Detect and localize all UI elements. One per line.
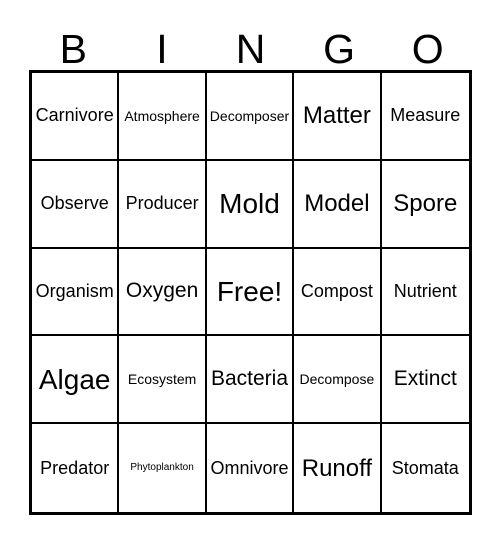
bingo-cell[interactable]: Spore (381, 160, 469, 249)
bingo-header-letter-g: G (323, 26, 356, 72)
bingo-cell-free-space[interactable]: Free! (206, 248, 295, 337)
bingo-cell-label: Mold (219, 188, 280, 219)
bingo-cell[interactable]: Producer (119, 160, 207, 249)
bingo-cell-label: Observe (40, 193, 109, 214)
bingo-header-letter-b: B (59, 26, 87, 72)
bingo-cell-label: Omnivore (210, 457, 289, 478)
bingo-card: B I N G O Carnivore Atmosphere Decomposer Matte… (0, 0, 501, 544)
bingo-cell[interactable]: Extinct (381, 336, 469, 425)
bingo-cell-label: Ecosystem (127, 370, 197, 387)
bingo-cell[interactable]: Nutrient (381, 248, 469, 337)
bingo-cell[interactable]: Oxygen (119, 248, 207, 337)
bingo-cell[interactable]: Model (294, 160, 382, 249)
bingo-cell-label: Carnivore (35, 105, 114, 126)
bingo-cell[interactable]: Measure (381, 73, 469, 161)
bingo-cell-label: Measure (390, 105, 461, 126)
bingo-cell[interactable]: Carnivore (32, 73, 120, 161)
bingo-cell-label: Compost (300, 281, 373, 302)
bingo-cell-label: Spore (393, 190, 458, 218)
bingo-cell[interactable]: Decompose (294, 336, 382, 425)
bingo-cell-label: Decomposer (209, 107, 290, 124)
bingo-cell-label: Matter (302, 102, 371, 130)
bingo-cell-label: Phytoplankton (130, 461, 194, 473)
bingo-cell-label: Oxygen (125, 279, 199, 303)
bingo-header-letter-n: N (235, 26, 266, 72)
bingo-cell[interactable]: Mold (206, 160, 295, 249)
bingo-cell-label: Runoff (301, 454, 373, 482)
bingo-cell-label: Extinct (393, 367, 457, 391)
bingo-cell-label: Producer (125, 193, 199, 214)
bingo-cell[interactable]: Runoff (294, 424, 382, 512)
bingo-cell-label: Free! (216, 275, 283, 307)
bingo-cell[interactable]: Omnivore (206, 424, 295, 512)
bingo-cell[interactable]: Compost (294, 248, 382, 337)
bingo-cell-label: Model (304, 190, 370, 218)
bingo-cell[interactable]: Atmosphere (119, 73, 207, 161)
bingo-cell-label: Decompose (299, 370, 375, 387)
bingo-cell[interactable]: Observe (32, 160, 120, 249)
bingo-grid: Carnivore Atmosphere Decomposer Matter Measu… (29, 70, 472, 515)
bingo-cell[interactable]: Ecosystem (119, 336, 207, 425)
bingo-cell-label: Organism (35, 281, 114, 302)
bingo-cell[interactable]: Organism (32, 248, 120, 337)
bingo-cell[interactable]: Algae (32, 336, 120, 425)
bingo-header-row: BINGO (29, 22, 472, 70)
bingo-cell[interactable]: Phytoplankton (119, 424, 207, 512)
bingo-cell-label: Atmosphere (124, 107, 200, 124)
bingo-header-letter-i: I (156, 26, 168, 72)
bingo-cell-label: Nutrient (393, 281, 457, 302)
bingo-cell-label: Predator (40, 457, 110, 478)
bingo-cell[interactable]: Predator (32, 424, 120, 512)
bingo-cell-label: Bacteria (210, 367, 289, 391)
bingo-header-letter-o: O (411, 26, 444, 72)
bingo-cell[interactable]: Decomposer (206, 73, 295, 161)
bingo-cell-label: Algae (38, 363, 111, 395)
bingo-cell[interactable]: Stomata (381, 424, 469, 512)
bingo-cell-label: Stomata (391, 457, 459, 478)
bingo-cell[interactable]: Matter (294, 73, 382, 161)
bingo-cell[interactable]: Bacteria (206, 336, 295, 425)
